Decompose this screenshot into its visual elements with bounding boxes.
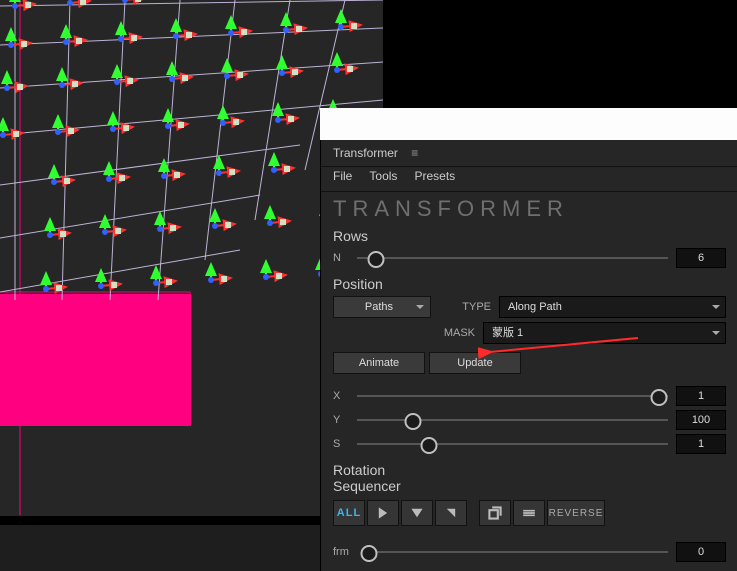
x-slider[interactable] bbox=[357, 387, 668, 405]
seq-reverse-button[interactable]: REVERSE bbox=[547, 500, 605, 526]
seq-mode-b-button[interactable] bbox=[513, 500, 545, 526]
y-value[interactable]: 100 bbox=[676, 410, 726, 430]
x-label: X bbox=[333, 390, 349, 402]
rows-n-value[interactable]: 6 bbox=[676, 248, 726, 268]
section-rotation: Rotation bbox=[321, 456, 737, 478]
panel-top-strip bbox=[320, 108, 737, 141]
seq-mode-a-button[interactable] bbox=[479, 500, 511, 526]
x-value[interactable]: 1 bbox=[676, 386, 726, 406]
menu-presets[interactable]: Presets bbox=[414, 169, 455, 183]
section-position: Position bbox=[321, 270, 737, 294]
rows-n-label: N bbox=[333, 252, 349, 264]
transformer-panel: Transformer ≡ File Tools Presets TRANSFO… bbox=[320, 140, 737, 571]
panel-title: Transformer bbox=[333, 146, 398, 160]
rows-n-slider[interactable] bbox=[357, 249, 668, 267]
y-label: Y bbox=[333, 414, 349, 426]
panel-title-bar[interactable]: Transformer ≡ bbox=[321, 140, 737, 166]
y-slider[interactable] bbox=[357, 411, 668, 429]
frm-slider[interactable] bbox=[363, 543, 668, 561]
type-label: TYPE bbox=[439, 301, 491, 313]
s-value[interactable]: 1 bbox=[676, 434, 726, 454]
panel-menu-icon[interactable]: ≡ bbox=[411, 140, 418, 166]
section-sequencer: Sequencer bbox=[321, 478, 737, 496]
menu-bar: File Tools Presets bbox=[321, 166, 737, 192]
s-slider[interactable] bbox=[357, 435, 668, 453]
seq-downright-button[interactable] bbox=[435, 500, 467, 526]
mask-label: MASK bbox=[423, 327, 475, 339]
frm-value[interactable]: 0 bbox=[676, 542, 726, 562]
section-rows: Rows bbox=[321, 222, 737, 246]
sequencer-buttons: ALL REVERSE bbox=[321, 496, 737, 530]
logo-text: TRANSFORMER bbox=[321, 192, 737, 222]
seq-right-button[interactable] bbox=[367, 500, 399, 526]
section-cutter: Cutter bbox=[321, 564, 737, 571]
frm-label: frm bbox=[333, 546, 355, 558]
animate-button[interactable]: Animate bbox=[333, 352, 425, 374]
menu-tools[interactable]: Tools bbox=[369, 169, 397, 183]
s-label: S bbox=[333, 438, 349, 450]
selected-layer-outline bbox=[0, 295, 190, 425]
paths-button[interactable]: Paths bbox=[333, 296, 431, 318]
update-button[interactable]: Update bbox=[429, 352, 521, 374]
timeline-area[interactable] bbox=[0, 524, 320, 571]
seq-down-button[interactable] bbox=[401, 500, 433, 526]
seq-all-button[interactable]: ALL bbox=[333, 500, 365, 526]
mask-dropdown[interactable]: 蒙版 1 bbox=[483, 322, 726, 344]
menu-file[interactable]: File bbox=[333, 169, 352, 183]
type-dropdown[interactable]: Along Path bbox=[499, 296, 726, 318]
